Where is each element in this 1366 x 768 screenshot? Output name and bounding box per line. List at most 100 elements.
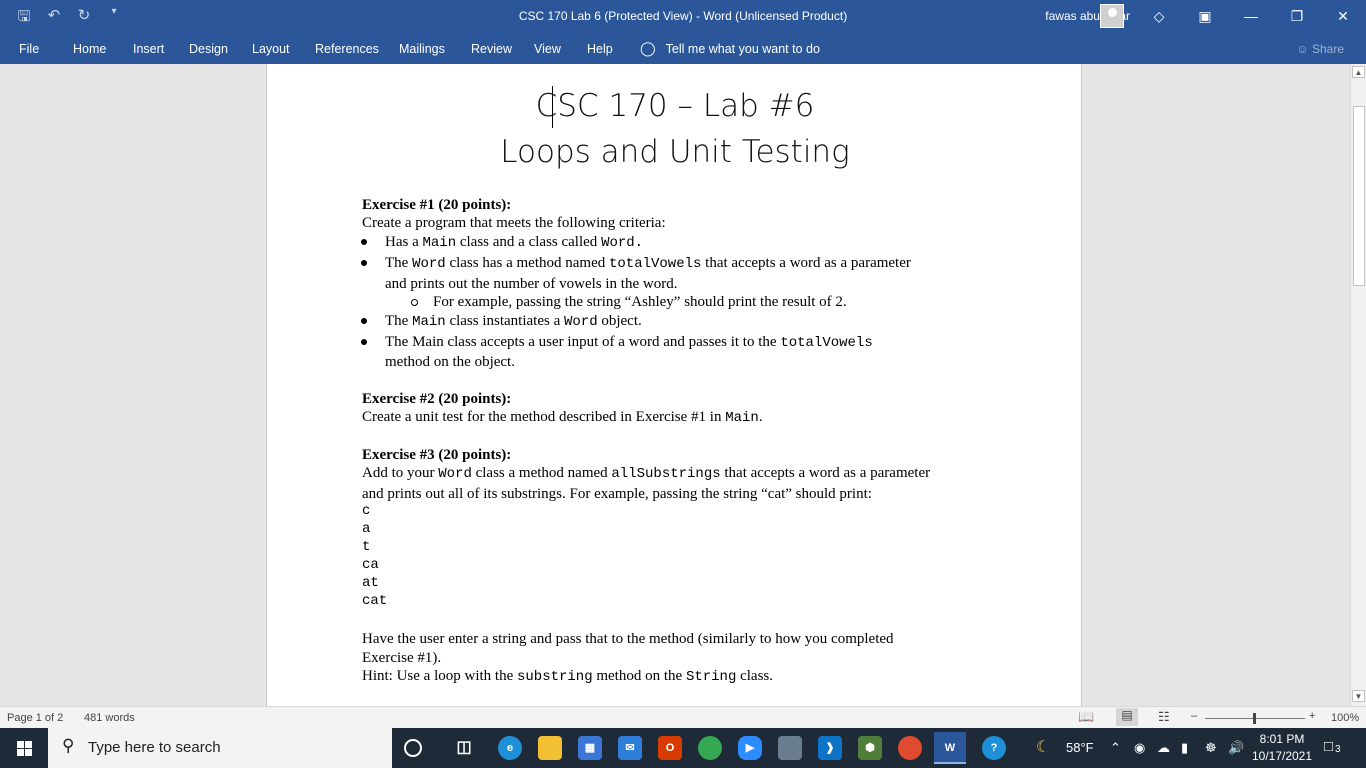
restore-button[interactable]: ❐ — [1274, 0, 1320, 32]
tab-references[interactable]: References — [315, 42, 379, 56]
help-icon[interactable]: ? — [982, 736, 1006, 760]
onedrive-icon[interactable]: ☁ — [1157, 740, 1170, 756]
exercise-3-line-2: and prints out all of its substrings. Fo… — [362, 486, 872, 502]
exercise-3-paragraph-line-1: Have the user enter a string and pass th… — [362, 631, 894, 647]
clock[interactable]: 8:01 PM 10/17/2021 — [1250, 731, 1314, 765]
vertical-scrollbar[interactable]: ▲ ▼ — [1350, 64, 1366, 706]
temperature[interactable]: 58°F — [1066, 740, 1094, 755]
zoom-level[interactable]: 100% — [1331, 712, 1359, 724]
close-button[interactable]: ✕ — [1320, 0, 1366, 32]
ribbon-display-options-icon[interactable]: ▣ — [1182, 0, 1228, 32]
notifications-icon[interactable]: □ 3 — [1324, 738, 1341, 755]
diamond-icon[interactable]: ◇ — [1136, 0, 1182, 32]
zoom-in-icon[interactable]: + — [1309, 710, 1315, 722]
code-output-line: ca — [362, 557, 379, 573]
bullet-icon — [361, 239, 367, 245]
code-output-line: cat — [362, 593, 388, 609]
minimize-button[interactable]: — — [1228, 0, 1274, 32]
date: 10/17/2021 — [1251, 749, 1313, 763]
meet-now-icon[interactable]: ◉ — [1134, 740, 1145, 756]
chrome-profile-icon[interactable] — [898, 736, 922, 760]
word-count[interactable]: 481 words — [84, 712, 135, 724]
zoom-app-icon[interactable]: ▶ — [738, 736, 762, 760]
circle-bullet-icon — [411, 299, 418, 306]
avatar[interactable] — [1100, 4, 1124, 28]
code-output-line: c — [362, 503, 371, 519]
print-layout-icon[interactable]: ▤ — [1116, 708, 1138, 726]
taskbar-search[interactable]: ⚲ Type here to search — [48, 728, 392, 768]
show-hidden-icons-icon[interactable]: ⌃ — [1110, 740, 1121, 756]
document-canvas: CSC 170 – Lab #6 Loops and Unit Testing … — [0, 64, 1350, 706]
share-button[interactable]: ☺ Share — [1296, 42, 1344, 56]
volume-icon[interactable]: 🔊 — [1228, 740, 1244, 756]
list-item: Has a Main class and a class called Word… — [361, 232, 643, 253]
tab-home[interactable]: Home — [73, 42, 106, 56]
tell-me-label: Tell me what you want to do — [665, 41, 820, 56]
ribbon-tabs: File Home Insert Design Layout Reference… — [0, 32, 1366, 64]
list-item: The Word class has a method named totalV… — [361, 253, 911, 274]
vscode-icon[interactable]: ❱ — [818, 736, 842, 760]
title-bar: 🖫 ↶ ↻ ▾ CSC 170 Lab 6 (Protected View) -… — [0, 0, 1366, 32]
bullet-icon — [361, 318, 367, 324]
notification-count: 3 — [1335, 744, 1341, 755]
exercise-3-paragraph-line-2: Exercise #1). — [362, 650, 442, 666]
code-output-line: t — [362, 539, 371, 555]
code-output-line: a — [362, 521, 371, 537]
scroll-up-icon[interactable]: ▲ — [1352, 66, 1365, 78]
list-item-continuation: and prints out the number of vowels in t… — [385, 276, 678, 292]
file-explorer-icon[interactable] — [538, 736, 562, 760]
tab-help[interactable]: Help — [587, 42, 613, 56]
page-count[interactable]: Page 1 of 2 — [7, 712, 63, 724]
app-hexagon-icon[interactable]: ⬢ — [858, 736, 882, 760]
bullet-icon — [361, 260, 367, 266]
read-mode-icon[interactable]: 📖 — [1078, 709, 1094, 725]
list-item-continuation: method on the object. — [385, 354, 515, 370]
start-button[interactable] — [0, 728, 48, 768]
list-item: The Main class accepts a user input of a… — [361, 332, 873, 353]
sub-list-item: For example, passing the string “Ashley”… — [411, 292, 847, 312]
exercise-2-heading: Exercise #2 (20 points): — [362, 391, 512, 407]
exercise-2-text: Create a unit test for the method descri… — [362, 409, 763, 426]
time: 8:01 PM — [1259, 732, 1305, 746]
tell-me-box[interactable]: ◯ Tell me what you want to do — [640, 40, 820, 57]
wifi-icon[interactable]: ☸ — [1205, 740, 1217, 756]
store-icon[interactable]: ▦ — [578, 736, 602, 760]
person-icon: ☺ — [1296, 42, 1309, 56]
tab-design[interactable]: Design — [189, 42, 228, 56]
tab-view[interactable]: View — [534, 42, 561, 56]
cortana-icon[interactable] — [404, 739, 422, 757]
list-item: The Main class instantiates a Word objec… — [361, 311, 642, 332]
exercise-3-heading: Exercise #3 (20 points): — [362, 447, 512, 463]
web-layout-icon[interactable]: ☷ — [1158, 709, 1170, 725]
photos-icon[interactable] — [778, 736, 802, 760]
scrollbar-thumb[interactable] — [1353, 106, 1365, 286]
edge-icon[interactable]: e — [498, 736, 522, 760]
exercise-1-heading: Exercise #1 (20 points): — [362, 197, 512, 213]
exercise-3-hint: Hint: Use a loop with the substring meth… — [362, 668, 774, 685]
taskbar: ⚲ Type here to search ◫ e ▦ ✉ O ▶ ❱ ⬢ W … — [0, 728, 1366, 768]
tab-insert[interactable]: Insert — [133, 42, 164, 56]
scroll-down-icon[interactable]: ▼ — [1352, 690, 1365, 702]
search-icon: ⚲ — [62, 736, 75, 755]
battery-icon[interactable]: ▮ — [1181, 740, 1188, 756]
task-view-icon[interactable]: ◫ — [452, 736, 476, 760]
tab-review[interactable]: Review — [471, 42, 512, 56]
zoom-slider-thumb[interactable] — [1253, 713, 1256, 724]
exercise-3-line-1: Add to your Word class a method named al… — [362, 465, 931, 482]
office-icon[interactable]: O — [658, 736, 682, 760]
document-subtitle: Loops and Unit Testing — [500, 134, 850, 170]
document-page[interactable]: CSC 170 – Lab #6 Loops and Unit Testing … — [266, 64, 1082, 706]
search-placeholder: Type here to search — [88, 739, 221, 756]
lightbulb-icon: ◯ — [640, 40, 656, 56]
code-output-line: at — [362, 575, 379, 591]
document-title: CSC 170 – Lab #6 — [535, 88, 815, 124]
zoom-out-icon[interactable]: – — [1191, 710, 1197, 722]
weather-icon[interactable]: ☾ — [1036, 737, 1050, 757]
tab-mailings[interactable]: Mailings — [399, 42, 445, 56]
word-taskbar-icon[interactable]: W — [934, 732, 966, 764]
exercise-1-intro: Create a program that meets the followin… — [362, 215, 666, 231]
chrome-icon[interactable] — [698, 736, 722, 760]
tab-file[interactable]: File — [19, 42, 39, 56]
mail-icon[interactable]: ✉ — [618, 736, 642, 760]
tab-layout[interactable]: Layout — [252, 42, 290, 56]
